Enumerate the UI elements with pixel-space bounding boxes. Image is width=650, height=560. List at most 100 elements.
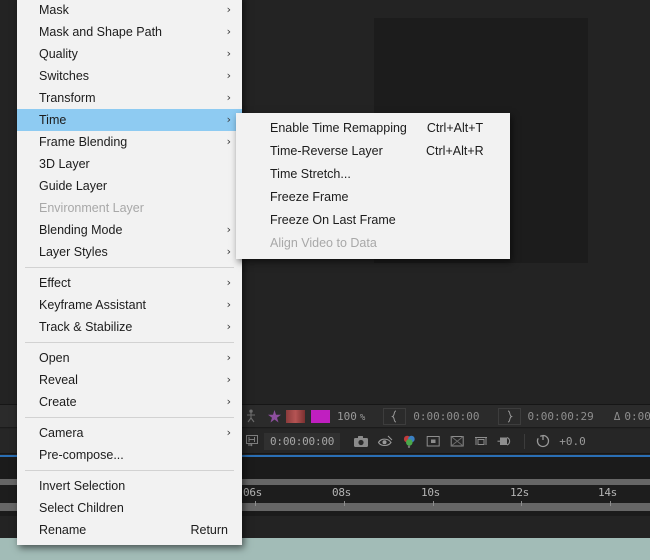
menu-item-layer-styles[interactable]: Layer Styles› <box>17 241 242 263</box>
menu-separator <box>25 342 234 343</box>
menu-item-label: Transform <box>39 87 228 109</box>
show-snapshot-icon[interactable] <box>373 435 397 448</box>
menu-item-invert-selection[interactable]: Invert Selection <box>17 475 242 497</box>
menu-item-camera[interactable]: Camera› <box>17 422 242 444</box>
out-point-box[interactable] <box>498 408 521 425</box>
menu-item-label: Layer Styles <box>39 241 228 263</box>
menu-item-label: Reveal <box>39 369 228 391</box>
chevron-right-icon: › <box>227 294 231 316</box>
menu-item-label: Select Children <box>39 497 228 519</box>
submenu-item-label: Freeze Frame <box>270 186 406 209</box>
ruler-tick-mark <box>521 501 522 506</box>
submenu-item-shortcut: Ctrl+Alt+T <box>427 117 498 140</box>
menu-item-rename[interactable]: RenameReturn <box>17 519 242 541</box>
menu-item-label: Track & Stabilize <box>39 316 228 338</box>
menu-item-label: Invert Selection <box>39 475 228 497</box>
chevron-right-icon: › <box>227 43 231 65</box>
menu-item-create[interactable]: Create› <box>17 391 242 413</box>
menu-item-pre-compose[interactable]: Pre-compose... <box>17 444 242 466</box>
menu-item-mask-and-shape-path[interactable]: Mask and Shape Path› <box>17 21 242 43</box>
menu-item-guide-layer[interactable]: Guide Layer <box>17 175 242 197</box>
menu-item-time[interactable]: Time› <box>17 109 242 131</box>
color-swatch-icon[interactable] <box>311 410 330 423</box>
menu-item-open[interactable]: Open› <box>17 347 242 369</box>
menu-item-frame-blending[interactable]: Frame Blending› <box>17 131 242 153</box>
submenu-item-enable-time-remapping[interactable]: Enable Time Remapping Ctrl+Alt+T <box>236 117 510 140</box>
menu-item-label: 3D Layer <box>39 153 228 175</box>
chevron-right-icon: › <box>227 316 231 338</box>
menu-separator <box>25 470 234 471</box>
menu-item-keyframe-assistant[interactable]: Keyframe Assistant› <box>17 294 242 316</box>
refresh-icon[interactable] <box>532 434 554 448</box>
toolbar-divider-2 <box>524 434 525 449</box>
menu-item-reveal[interactable]: Reveal› <box>17 369 242 391</box>
resolution-icon[interactable] <box>421 435 445 448</box>
menu-item-label: Mask <box>39 0 228 21</box>
zoom-value: 100 <box>337 410 357 423</box>
menu-item-label: Keyframe Assistant <box>39 294 228 316</box>
in-point-box[interactable] <box>383 408 406 425</box>
chevron-right-icon: › <box>227 65 231 87</box>
composition-flowchart-icon[interactable] <box>240 434 264 448</box>
mask-view-icon[interactable] <box>493 435 517 448</box>
ruler-tick-label: 06s <box>243 486 262 499</box>
menu-item-label: Quality <box>39 43 228 65</box>
star-icon[interactable] <box>262 409 286 424</box>
chevron-right-icon: › <box>227 241 231 263</box>
menu-item-label: Guide Layer <box>39 175 228 197</box>
menu-item-label: Rename <box>39 519 170 541</box>
menu-item-transform[interactable]: Transform› <box>17 87 242 109</box>
menu-item-3d-layer[interactable]: 3D Layer <box>17 153 242 175</box>
gradient-swatch-icon[interactable] <box>286 410 305 423</box>
menu-item-track-stabilize[interactable]: Track & Stabilize› <box>17 316 242 338</box>
out-point-value[interactable]: 0:00:00:29 <box>528 410 594 423</box>
transparency-grid-icon[interactable] <box>445 435 469 448</box>
chevron-right-icon: › <box>227 109 231 131</box>
duration-value[interactable]: 0:00:01:00 <box>624 410 650 423</box>
submenu-item-label: Enable Time Remapping <box>270 117 407 140</box>
current-time-field[interactable]: 0:00:00:00 <box>264 433 340 450</box>
menu-item-mask[interactable]: Mask› <box>17 0 242 21</box>
ruler-tick-mark <box>433 501 434 506</box>
submenu-item-label: Align Video to Data <box>270 232 406 255</box>
submenu-item-time-stretch[interactable]: Time Stretch... <box>236 163 510 186</box>
chevron-right-icon: › <box>227 87 231 109</box>
zoom-percentage[interactable]: 100% <box>337 410 365 423</box>
channel-rgb-icon[interactable] <box>397 434 421 448</box>
chevron-right-icon: › <box>227 369 231 391</box>
submenu-item-freeze-frame[interactable]: Freeze Frame <box>236 186 510 209</box>
menu-item-label: Pre-compose... <box>39 444 228 466</box>
in-point-value[interactable]: 0:00:00:00 <box>413 410 479 423</box>
ruler-tick-label: 14s <box>598 486 617 499</box>
menu-item-blending-mode[interactable]: Blending Mode› <box>17 219 242 241</box>
menu-item-select-children[interactable]: Select Children <box>17 497 242 519</box>
snapshot-camera-icon[interactable] <box>349 435 373 448</box>
exposure-value[interactable]: +0.0 <box>559 435 586 448</box>
menu-item-label: Frame Blending <box>39 131 228 153</box>
ruler-tick-label: 12s <box>510 486 529 499</box>
screen-root: tion 100% <box>0 0 650 560</box>
chevron-right-icon: › <box>227 219 231 241</box>
menu-item-label: Effect <box>39 272 228 294</box>
menu-item-label: Time <box>39 109 228 131</box>
chevron-right-icon: › <box>227 0 231 21</box>
ruler-tick-mark <box>255 501 256 506</box>
menu-item-label: Blending Mode <box>39 219 228 241</box>
menu-item-label: Create <box>39 391 228 413</box>
menu-item-switches[interactable]: Switches› <box>17 65 242 87</box>
menu-item-quality[interactable]: Quality› <box>17 43 242 65</box>
zoom-unit: % <box>360 413 365 423</box>
motion-blur-icon[interactable] <box>240 409 262 423</box>
submenu-item-freeze-on-last-frame[interactable]: Freeze On Last Frame <box>236 209 510 232</box>
in-point-icon <box>390 410 399 423</box>
region-of-interest-icon[interactable] <box>469 435 493 448</box>
menu-item-effect[interactable]: Effect› <box>17 272 242 294</box>
time-submenu[interactable]: Enable Time Remapping Ctrl+Alt+TTime-Reve… <box>236 113 510 259</box>
chevron-right-icon: › <box>227 272 231 294</box>
submenu-item-label: Time Stretch... <box>270 163 406 186</box>
menu-item-environment-layer: Environment Layer <box>17 197 242 219</box>
submenu-item-time-reverse-layer[interactable]: Time-Reverse LayerCtrl+Alt+R <box>236 140 510 163</box>
ruler-tick-label: 10s <box>421 486 440 499</box>
layer-context-menu[interactable]: Mask›Mask and Shape Path›Quality›Switche… <box>17 0 242 545</box>
chevron-right-icon: › <box>227 422 231 444</box>
